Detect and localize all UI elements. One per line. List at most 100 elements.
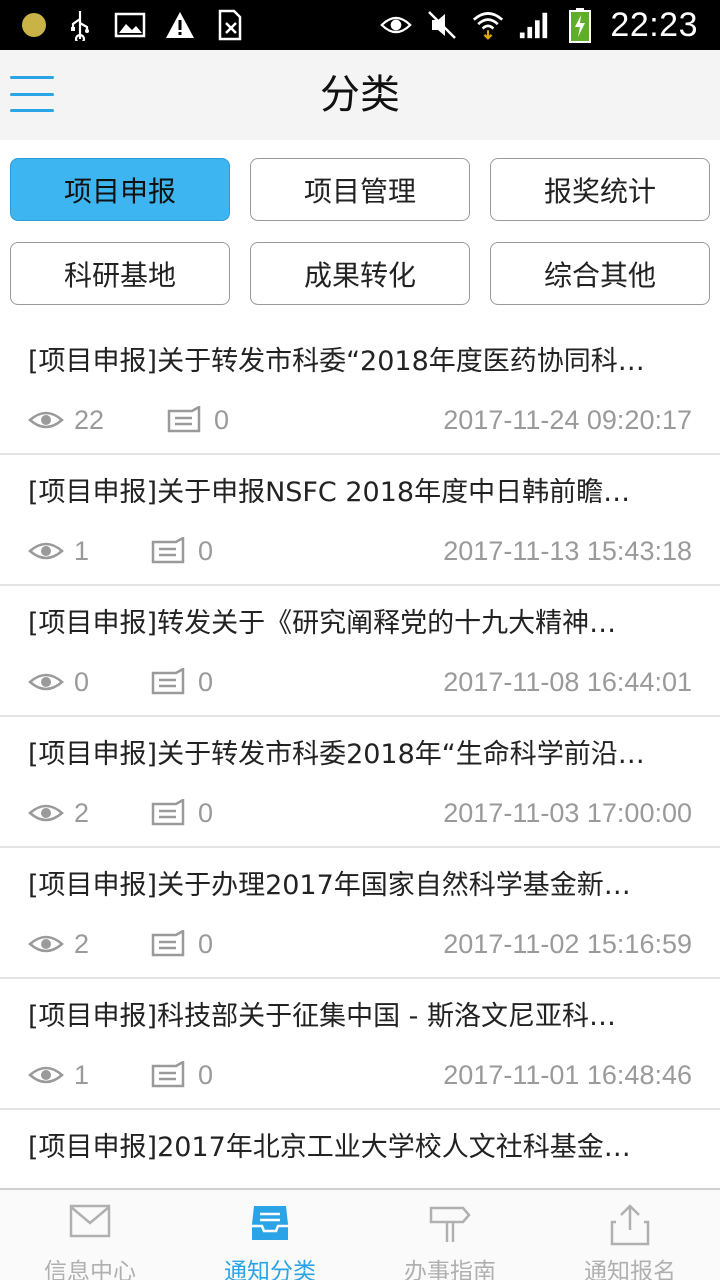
item-title: [项目申报]关于转发市科委2018年“生命科学前沿… [28, 739, 645, 770]
status-bar-right-icons: 22:23 [380, 6, 698, 44]
item-title: [项目申报]关于申报NSFC 2018年度中日韩前瞻… [28, 477, 631, 508]
comments-number: 0 [198, 536, 214, 566]
item-meta: 2 0 2017-11-02 15:16:59 [28, 926, 692, 962]
eye-icon [380, 9, 413, 41]
share-upload-icon [610, 1204, 650, 1246]
item-date: 2017-11-01 16:48:46 [443, 1060, 692, 1090]
hamburger-menu-icon[interactable] [10, 74, 56, 114]
category-chip-achievement-transfer[interactable]: 成果转化 [250, 242, 470, 305]
comments-count: 0 [150, 533, 213, 569]
item-meta: 0 0 2017-11-08 16:44:01 [28, 664, 692, 700]
category-chip-research-base[interactable]: 科研基地 [10, 242, 230, 305]
comments-count: 0 [150, 926, 213, 962]
nav-notice-signup[interactable]: 通知报名 [540, 1190, 720, 1280]
item-meta: 1 0 2017-11-01 16:48:46 [28, 1057, 692, 1093]
category-chip-general-other[interactable]: 综合其他 [490, 242, 710, 305]
status-bar: 22:23 [0, 0, 720, 50]
list-item[interactable]: [项目申报]关于申报NSFC 2018年度中日韩前瞻… 1 0 2017-11-… [0, 455, 720, 586]
comments-count: 0 [166, 402, 229, 438]
item-title: [项目申报]关于转发市科委“2018年度医药协同科… [28, 346, 645, 377]
item-meta: 22 0 2017-11-24 09:20:17 [28, 402, 692, 438]
item-title: [项目申报]关于办理2017年国家自然科学基金新… [28, 870, 631, 901]
image-icon [114, 9, 146, 41]
comments-count: 0 [150, 1057, 213, 1093]
comment-icon [151, 930, 185, 957]
views-number: 22 [74, 405, 105, 435]
eye-icon [28, 411, 64, 429]
item-title: [项目申报]转发关于《研究阐释党的十九大精神… [28, 608, 617, 639]
list-item[interactable]: [项目申报]科技部关于征集中国 - 斯洛文尼亚科… 1 0 2017-11-01… [0, 979, 720, 1110]
comment-icon [151, 537, 185, 564]
sim-icon [214, 9, 246, 41]
item-meta: 1 0 2017-11-13 15:43:18 [28, 533, 692, 569]
item-date: 2017-11-13 15:43:18 [443, 536, 692, 566]
views-number: 2 [74, 929, 90, 959]
nav-info-center[interactable]: 信息中心 [0, 1190, 180, 1280]
category-chip-project-management[interactable]: 项目管理 [250, 158, 470, 221]
notice-list: [项目申报]关于转发市科委“2018年度医药协同科… 22 0 2017-11-… [0, 324, 720, 1188]
nav-notice-category[interactable]: 通知分类 [180, 1190, 360, 1280]
comments-count: 0 [150, 795, 213, 831]
nav-guide[interactable]: 办事指南 [360, 1190, 540, 1280]
bottom-navigation: 信息中心 通知分类 办事指南 通知报名 [0, 1188, 720, 1280]
item-date: 2017-11-03 17:00:00 [443, 798, 692, 828]
comments-number: 0 [198, 1060, 214, 1090]
views-number: 2 [74, 798, 90, 828]
comment-icon [151, 668, 185, 695]
category-chip-project-application[interactable]: 项目申报 [10, 158, 230, 221]
clock: 22:23 [610, 5, 698, 44]
eye-icon [28, 673, 64, 691]
notification-dot-icon [22, 13, 46, 37]
item-date: 2017-11-24 09:20:17 [443, 405, 692, 435]
app-bar: 分类 [0, 50, 720, 140]
comment-icon [151, 1061, 185, 1088]
list-item[interactable]: [项目申报]关于转发市科委“2018年度医药协同科… 22 0 2017-11-… [0, 324, 720, 455]
views-number: 1 [74, 1060, 90, 1090]
list-item[interactable]: [项目申报]关于办理2017年国家自然科学基金新… 2 0 2017-11-02… [0, 848, 720, 979]
signpost-icon [429, 1206, 471, 1242]
eye-icon [28, 1066, 64, 1084]
comments-number: 0 [198, 929, 214, 959]
views-count: 0 [28, 664, 89, 700]
warning-icon [164, 9, 196, 41]
comment-icon [151, 799, 185, 826]
category-chips: 项目申报 项目管理 报奖统计 科研基地 成果转化 综合其他 [10, 158, 710, 305]
views-count: 2 [28, 926, 89, 962]
eye-icon [28, 542, 64, 560]
item-title: [项目申报]科技部关于征集中国 - 斯洛文尼亚科… [28, 1001, 616, 1032]
comments-number: 0 [198, 798, 214, 828]
item-title: [项目申报]2017年北京工业大学校人文社科基金… [28, 1132, 631, 1163]
views-number: 1 [74, 536, 90, 566]
mail-icon [69, 1204, 111, 1238]
comments-number: 0 [198, 667, 214, 697]
list-item[interactable]: [项目申报]2017年北京工业大学校人文社科基金… [0, 1110, 720, 1188]
list-item[interactable]: [项目申报]转发关于《研究阐释党的十九大精神… 0 0 2017-11-08 1… [0, 586, 720, 717]
signal-icon [518, 9, 550, 41]
status-bar-left-icons [22, 8, 246, 42]
comments-count: 0 [150, 664, 213, 700]
nav-label: 信息中心 [44, 1259, 136, 1280]
views-count: 22 [28, 402, 104, 438]
page-title: 分类 [320, 72, 400, 118]
views-count: 1 [28, 533, 89, 569]
wifi-icon [472, 9, 504, 41]
nav-label: 通知分类 [224, 1259, 316, 1280]
item-date: 2017-11-08 16:44:01 [443, 667, 692, 697]
inbox-tray-icon [252, 1206, 288, 1240]
list-item[interactable]: [项目申报]关于转发市科委2018年“生命科学前沿… 2 0 2017-11-0… [0, 717, 720, 848]
comments-number: 0 [214, 405, 230, 435]
mute-icon [426, 9, 458, 41]
views-count: 1 [28, 1057, 89, 1093]
eye-icon [28, 804, 64, 822]
nav-label: 通知报名 [584, 1259, 676, 1280]
eye-icon [28, 935, 64, 953]
usb-icon [64, 9, 96, 41]
item-date: 2017-11-02 15:16:59 [443, 929, 692, 959]
item-meta: 2 0 2017-11-03 17:00:00 [28, 795, 692, 831]
views-number: 0 [74, 667, 90, 697]
nav-label: 办事指南 [404, 1259, 496, 1280]
views-count: 2 [28, 795, 89, 831]
category-chip-award-statistics[interactable]: 报奖统计 [490, 158, 710, 221]
battery-icon [564, 8, 596, 43]
comment-icon [167, 406, 201, 433]
